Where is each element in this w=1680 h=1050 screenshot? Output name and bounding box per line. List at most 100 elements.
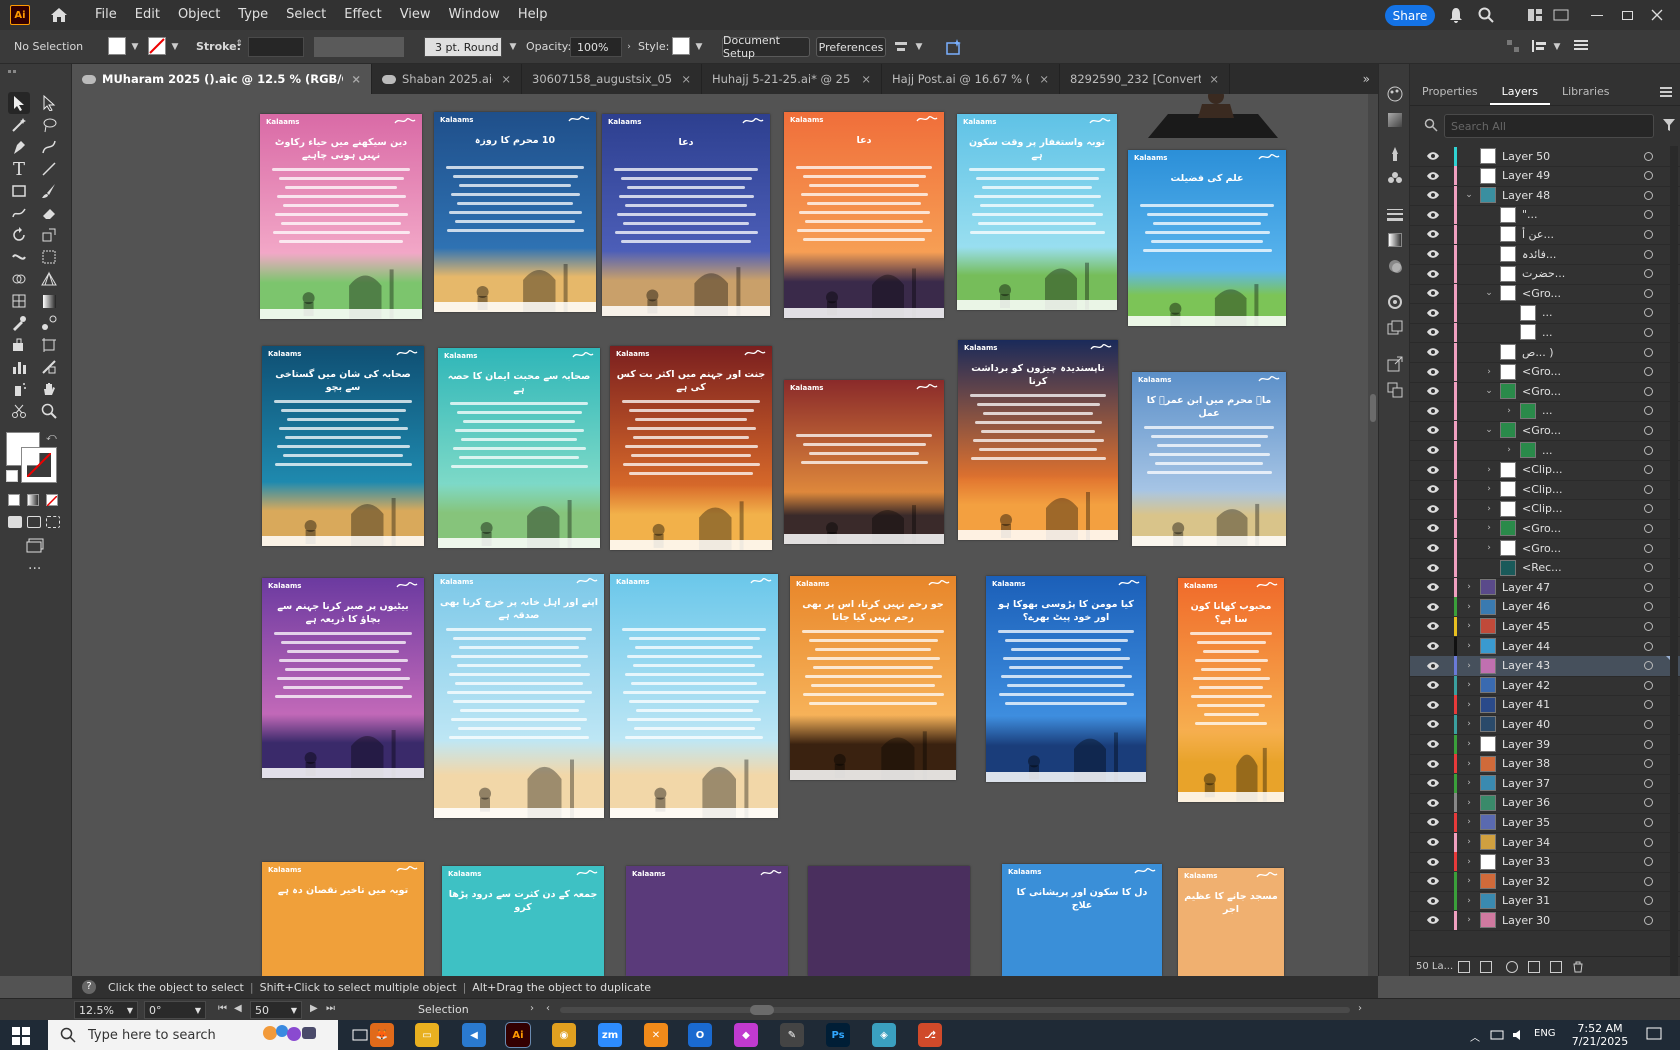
target-circle-icon[interactable] (1644, 523, 1653, 533)
color-guide-icon[interactable] (1385, 110, 1405, 130)
layer-name[interactable]: Layer 42 (1502, 679, 1550, 692)
visibility-eye-icon[interactable] (1425, 346, 1441, 358)
visibility-eye-icon[interactable] (1425, 758, 1441, 770)
artboard-poster[interactable]: Kalaams دعا (602, 114, 770, 316)
layer-row[interactable]: › Layer 34 (1410, 832, 1680, 853)
layer-name[interactable]: <Gro... (1522, 365, 1561, 378)
hscroll-thumb[interactable] (750, 1005, 774, 1015)
transparency-panel-icon[interactable] (1385, 256, 1405, 276)
layer-name[interactable]: Layer 46 (1502, 600, 1550, 613)
expand-arrow-icon[interactable]: › (1464, 759, 1474, 769)
layer-name[interactable]: Layer 50 (1502, 150, 1550, 163)
target-circle-icon[interactable] (1644, 719, 1653, 729)
last-artboard-icon[interactable]: ⏭ (326, 1003, 335, 1014)
layer-name[interactable]: ... (1542, 444, 1553, 457)
align-icon[interactable] (893, 39, 909, 55)
panel-menu-icon[interactable] (1660, 86, 1672, 97)
gradient-panel-icon[interactable] (1385, 230, 1405, 250)
target-circle-icon[interactable] (1644, 229, 1653, 239)
target-circle-icon[interactable] (1644, 876, 1653, 886)
layer-row[interactable]: Layer 50 (1410, 146, 1680, 167)
visibility-eye-icon[interactable] (1425, 209, 1441, 221)
layer-name[interactable]: Layer 41 (1502, 698, 1550, 711)
visibility-eye-icon[interactable] (1425, 914, 1441, 926)
line-segment-tool-icon[interactable] (38, 158, 60, 180)
stroke-stepper-icon[interactable]: ⇕ (234, 39, 244, 49)
visibility-eye-icon[interactable] (1425, 385, 1441, 397)
layer-name[interactable]: Layer 34 (1502, 836, 1550, 849)
language-icon[interactable]: ENG (1534, 1028, 1556, 1042)
expand-arrow-icon[interactable]: › (1464, 915, 1474, 925)
type-tool-icon[interactable]: T (8, 158, 30, 180)
artboard-poster[interactable]: Kalaams کیا مومن کا پڑوسی بھوکا ہو اور خو… (986, 576, 1146, 782)
expand-arrow-icon[interactable]: › (1464, 876, 1474, 886)
selection-tool-icon[interactable] (8, 92, 30, 114)
document-tab[interactable]: Shaban 2025.aic* @ 16.... × (372, 64, 522, 94)
scissors-tool-icon[interactable] (8, 400, 30, 422)
menu-edit[interactable]: Edit (126, 0, 169, 30)
stroke-panel-icon[interactable] (1385, 204, 1405, 224)
layer-name[interactable]: ص... ) (1522, 346, 1554, 359)
visibility-eye-icon[interactable] (1425, 503, 1441, 515)
visibility-eye-icon[interactable] (1425, 699, 1441, 711)
width-tool-icon[interactable] (8, 246, 30, 268)
artboard-poster[interactable]: Kalaams دعا (784, 112, 944, 318)
target-circle-icon[interactable] (1644, 249, 1653, 259)
taskbar-app-pen-icon[interactable]: ✎ (780, 1023, 804, 1047)
layer-search-input[interactable]: Search All (1444, 114, 1654, 138)
layer-name[interactable]: <Rec... (1522, 561, 1562, 574)
panel-options-dropdown-icon[interactable]: ▼ (1552, 42, 1562, 52)
expand-arrow-icon[interactable]: › (1464, 719, 1474, 729)
visibility-eye-icon[interactable] (1425, 405, 1441, 417)
layer-row[interactable]: › Layer 45 (1410, 616, 1680, 638)
opacity-dropdown-icon[interactable]: › (624, 42, 634, 52)
target-circle-icon[interactable] (1644, 661, 1653, 671)
toolbar-grip[interactable] (8, 70, 34, 76)
document-setup-button[interactable]: Document Setup (722, 34, 810, 60)
target-circle-icon[interactable] (1644, 347, 1653, 357)
layer-row[interactable]: <Rec... (1410, 558, 1680, 579)
layer-name[interactable]: Layer 30 (1502, 914, 1550, 927)
workspace-switcher-icon[interactable] (1552, 6, 1570, 24)
target-circle-icon[interactable] (1644, 857, 1653, 867)
artboard-poster[interactable]: Kalaams علم کی فضیلت (1128, 150, 1286, 326)
free-transform-tool-icon[interactable] (38, 246, 60, 268)
visibility-eye-icon[interactable] (1425, 268, 1441, 280)
layer-name[interactable]: Layer 49 (1502, 169, 1550, 182)
target-circle-icon[interactable] (1644, 563, 1653, 573)
layer-name[interactable]: Layer 47 (1502, 581, 1550, 594)
target-circle-icon[interactable] (1644, 680, 1653, 690)
canvas-vertical-scrollbar[interactable] (1368, 94, 1378, 976)
visibility-eye-icon[interactable] (1425, 326, 1441, 338)
target-circle-icon[interactable] (1644, 190, 1653, 200)
artboard-poster[interactable]: Kalaams 10 محرم کا روزہ (434, 112, 596, 312)
layer-row[interactable]: ›... (1410, 401, 1680, 422)
expand-arrow-icon[interactable]: › (1484, 504, 1494, 514)
visibility-eye-icon[interactable] (1425, 307, 1441, 319)
target-circle-icon[interactable] (1644, 641, 1653, 651)
document-tab[interactable]: 8292590_232 [Converted].eps* × (1060, 64, 1230, 94)
layer-name[interactable]: Layer 35 (1502, 816, 1550, 829)
target-circle-icon[interactable] (1644, 602, 1653, 612)
speaker-icon[interactable] (1512, 1028, 1526, 1042)
layer-row[interactable]: ⌄ <Gro... (1410, 283, 1680, 305)
expand-arrow-icon[interactable]: › (1464, 778, 1474, 788)
target-circle-icon[interactable] (1644, 151, 1653, 161)
taskbar-app-firefox-icon[interactable]: 🦊 (370, 1023, 394, 1047)
hscroll-left-icon[interactable]: ‹ (546, 1003, 550, 1014)
brush-definition[interactable]: 3 pt. Round (424, 37, 502, 57)
preferences-button[interactable]: Preferences (816, 37, 886, 57)
expand-arrow-icon[interactable]: › (1464, 798, 1474, 808)
layer-name[interactable]: Layer 38 (1502, 757, 1550, 770)
layer-row[interactable]: › Layer 38 (1410, 754, 1680, 775)
artboard-poster[interactable] (808, 866, 970, 976)
eraser-tool-icon[interactable] (38, 202, 60, 224)
layer-row[interactable]: › <Gro... (1410, 362, 1680, 383)
visibility-eye-icon[interactable] (1425, 777, 1441, 789)
taskbar-app-ai-icon[interactable]: Ai (505, 1022, 531, 1048)
stroke-swatch[interactable] (148, 37, 166, 55)
visibility-eye-icon[interactable] (1425, 601, 1441, 613)
layer-row[interactable]: ⌄ <Gro... (1410, 420, 1680, 442)
visibility-eye-icon[interactable] (1425, 170, 1441, 182)
panel-tab-libraries[interactable]: Libraries (1550, 78, 1622, 105)
